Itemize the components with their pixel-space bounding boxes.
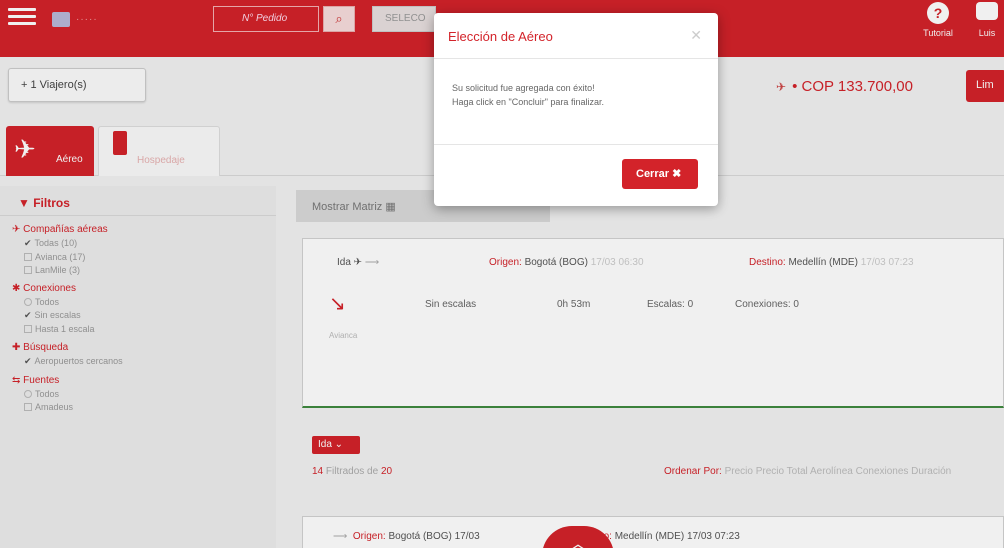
- modal-message: Su solicitud fue agregada con éxito! Hag…: [434, 59, 718, 145]
- close-button[interactable]: Cerrar ✖: [622, 159, 698, 189]
- modal-message-line1: Su solicitud fue agregada con éxito!: [452, 83, 595, 93]
- modal-title: Elección de Aéreo: [434, 13, 718, 59]
- close-icon[interactable]: ✕: [690, 27, 702, 44]
- modal-message-line2: Haga click en "Concluir" para finalizar.: [452, 97, 604, 107]
- selection-modal: Elección de Aéreo ✕ Su solicitud fue agr…: [434, 13, 718, 206]
